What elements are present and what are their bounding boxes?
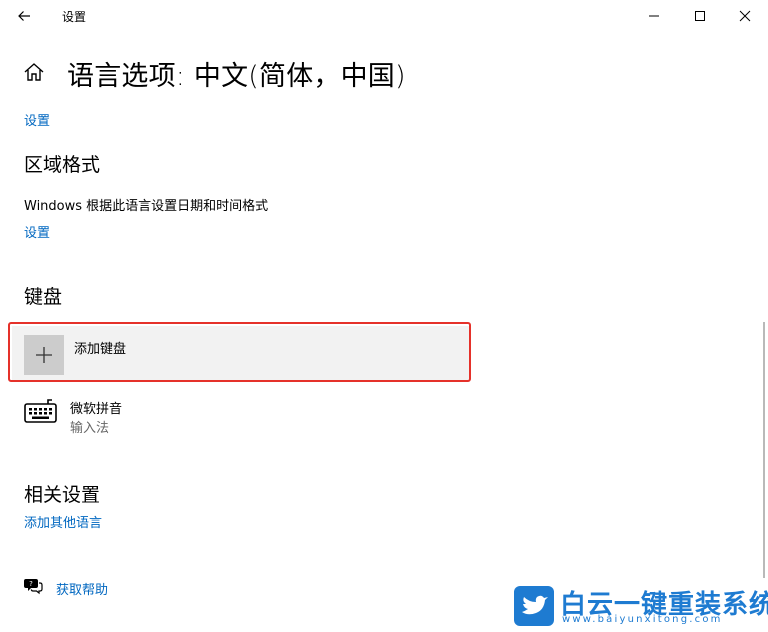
watermark-bird-logo (514, 586, 554, 626)
home-icon[interactable] (22, 60, 46, 84)
help-chat-icon[interactable]: ? (23, 577, 43, 595)
title-bar: 设置 (0, 0, 768, 32)
maximize-icon (695, 11, 705, 21)
window-title: 设置 (62, 10, 87, 24)
get-help-link[interactable]: 获取帮助 (56, 579, 108, 598)
close-button[interactable] (722, 0, 768, 32)
minimize-button[interactable] (631, 0, 677, 32)
region-settings-link[interactable]: 设置 (24, 222, 50, 241)
watermark-url: www.baiyunxitong.com (562, 614, 723, 625)
svg-text:?: ? (29, 580, 33, 588)
region-format-heading: 区域格式 (24, 154, 101, 176)
region-format-description: Windows 根据此语言设置日期和时间格式 (24, 199, 269, 214)
keyboard-icon (24, 398, 58, 424)
keyboard-heading: 键盘 (24, 286, 63, 308)
keyboard-item-type: 输入法 (70, 421, 110, 436)
add-other-language-link[interactable]: 添加其他语言 (24, 512, 102, 531)
scrollbar[interactable] (763, 322, 765, 578)
close-icon (739, 10, 751, 22)
keyboard-item-name[interactable]: 微软拼音 (70, 398, 122, 417)
related-settings-heading: 相关设置 (24, 484, 101, 506)
page-title: 语言选项: 中文(简体，中国) (67, 61, 406, 92)
minimize-icon (649, 15, 659, 17)
maximize-button[interactable] (677, 0, 723, 32)
highlight-frame (8, 322, 471, 382)
back-button[interactable] (8, 2, 40, 30)
back-arrow-icon (18, 11, 30, 21)
settings-link-top[interactable]: 设置 (24, 110, 50, 129)
